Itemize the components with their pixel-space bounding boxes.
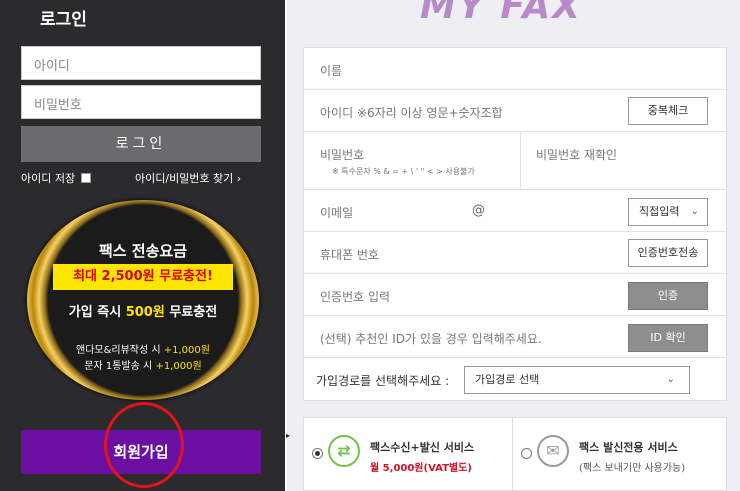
save-id-label: 아이디 저장: [21, 172, 76, 185]
password-input[interactable]: 비밀번호: [21, 85, 261, 119]
email-domain-value: 직접입력: [639, 205, 680, 218]
email-domain-select[interactable]: 직접입력 ⌄: [628, 198, 708, 226]
id-input[interactable]: 아이디: [21, 46, 261, 80]
promo-line-signup-b: 500원: [125, 305, 165, 320]
promo-badge: 팩스 전송요금 최대 2,500원 무료충전! 가입 즉시 500원 무료충전 …: [27, 200, 259, 400]
route-row: 가입경로를 선택해주세요 : 가입경로 선택 ⌄: [304, 358, 726, 402]
login-button[interactable]: 로그인: [21, 126, 261, 162]
highlight-circle: [104, 402, 184, 488]
promo-line-review-b: +1,000원: [163, 345, 210, 356]
service-description: (팩스 보내기만 사용가능): [579, 463, 686, 474]
service-radio[interactable]: [521, 448, 532, 459]
service-option-send-only[interactable]: ✉ 팩스 발신전용 서비스 (팩스 보내기만 사용가능): [512, 417, 727, 491]
password-note: ※ 특수문자 % & = + \ ' " < > 사용불가: [332, 167, 475, 176]
promo-line-sms-a: 문자 1통발송 시: [84, 361, 156, 372]
duplicate-check-button[interactable]: 중복체크: [628, 97, 708, 125]
password-label[interactable]: 비밀번호: [320, 146, 364, 163]
promo-line-review-a: 앤다모&리뷰작성 시: [76, 345, 164, 356]
promo-line-sms-b: +1,000원: [155, 361, 202, 372]
service-radio-selected[interactable]: [312, 448, 323, 459]
find-account-link[interactable]: 아이디/비밀번호 찾기 ›: [135, 170, 241, 186]
login-title: 로그인: [40, 10, 87, 30]
promo-title: 팩스 전송요금: [98, 242, 188, 260]
service-title: 팩스 발신전용 서비스: [579, 441, 678, 454]
verify-label: 인증번호 입력: [320, 290, 391, 304]
id-check-button[interactable]: ID 확인: [628, 324, 708, 352]
promo-highlight: 최대 2,500원 무료충전!: [53, 264, 233, 290]
service-option-send-receive[interactable]: ⇄ 팩스수신+발신 서비스 월 5,000원(VAT별도): [303, 417, 513, 491]
promo-line-signup-c: 무료충전: [164, 305, 218, 320]
route-label: 가입경로를 선택해주세요 :: [316, 374, 450, 388]
promo-line-signup: 가입 즉시 500원 무료충전: [27, 301, 259, 320]
phone-row[interactable]: 휴대폰 번호 인증번호전송: [304, 232, 726, 274]
send-code-button[interactable]: 인증번호전송: [628, 239, 708, 267]
service-price: 월 5,000원(VAT별도): [370, 463, 472, 474]
phone-label: 휴대폰 번호: [320, 248, 380, 262]
promo-line-signup-a: 가입 즉시: [68, 305, 126, 320]
email-label: 이메일: [320, 206, 354, 220]
myfax-logo: MY FAX: [420, 0, 582, 27]
verify-row[interactable]: 인증번호 입력 인증: [304, 274, 726, 316]
panel-divider: [285, 0, 287, 491]
name-label: 이름: [320, 64, 343, 78]
left-panel: 로그인 아이디 비밀번호 로그인 아이디 저장 아이디/비밀번호 찾기 › 팩스…: [0, 0, 285, 491]
service-title: 팩스수신+발신 서비스: [370, 441, 475, 454]
id-row[interactable]: 아이디 ※6자리 이상 영문+숫자조합 중복체크: [304, 90, 726, 132]
promo-line-sms: 문자 1통발송 시 +1,000원: [27, 357, 259, 372]
verify-button[interactable]: 인증: [628, 282, 708, 310]
cursor-marker-icon: ▸: [286, 431, 291, 440]
save-id-option[interactable]: 아이디 저장: [21, 170, 92, 186]
chevron-down-icon: ⌄: [690, 206, 699, 217]
referrer-label: (선택) 추천인 ID가 있을 경우 입력해주세요.: [320, 332, 542, 346]
save-id-checkbox[interactable]: [81, 173, 92, 183]
email-at: @: [472, 203, 485, 218]
password-divider: [520, 132, 521, 189]
exchange-icon: ⇄: [328, 435, 360, 467]
id-label: 아이디 ※6자리 이상 영문+숫자조합: [320, 106, 503, 120]
password-confirm-label[interactable]: 비밀번호 재확인: [536, 146, 617, 163]
route-select-value: 가입경로 선택: [475, 373, 540, 386]
signup-form: 이름 아이디 ※6자리 이상 영문+숫자조합 중복체크 비밀번호 ※ 특수문자 …: [303, 47, 727, 401]
referrer-row[interactable]: (선택) 추천인 ID가 있을 경우 입력해주세요. ID 확인: [304, 316, 726, 358]
envelope-icon: ✉: [537, 435, 569, 467]
password-row: 비밀번호 ※ 특수문자 % & = + \ ' " < > 사용불가 비밀번호 …: [304, 132, 726, 190]
chevron-down-icon: ⌄: [666, 374, 675, 385]
promo-line-review: 앤다모&리뷰작성 시 +1,000원: [27, 341, 259, 356]
email-row[interactable]: 이메일 @ 직접입력 ⌄: [304, 190, 726, 232]
name-row[interactable]: 이름: [304, 48, 726, 90]
route-select[interactable]: 가입경로 선택 ⌄: [464, 366, 690, 394]
